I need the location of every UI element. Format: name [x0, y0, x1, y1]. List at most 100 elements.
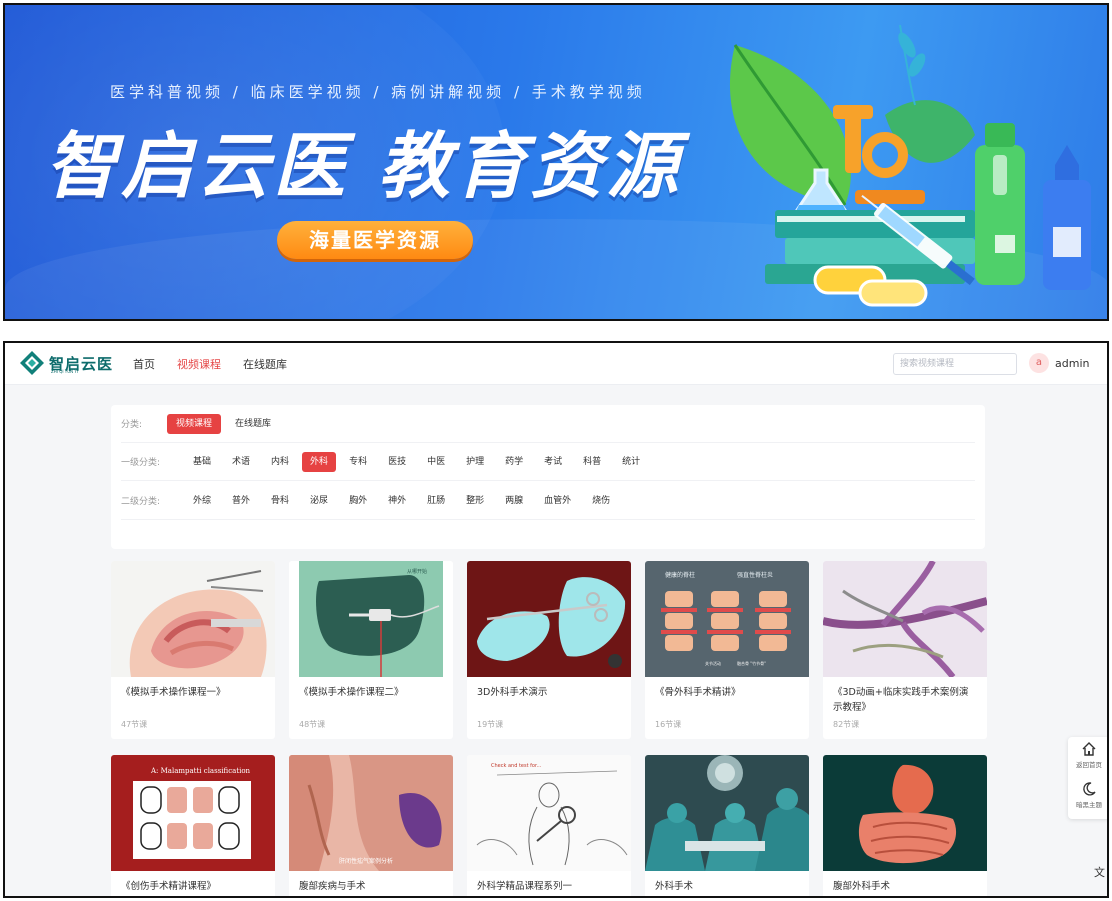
chip-l2-orthopedics[interactable]: 骨科	[263, 491, 297, 511]
lesson-count: 19节课	[477, 720, 504, 729]
site-logo[interactable]: 智启云医 ZHI QI YUN YI	[19, 350, 113, 376]
chip-l1-exam[interactable]: 考试	[536, 452, 570, 472]
chip-l2-glands[interactable]: 两腺	[497, 491, 531, 511]
chip-l2-general-surgery-mixed[interactable]: 外综	[185, 491, 219, 511]
home-icon	[1082, 742, 1096, 756]
course-thumbnail: 肝闭性疝气案例分析	[289, 755, 453, 871]
chip-l2-plastic[interactable]: 整形	[458, 491, 492, 511]
course-card[interactable]: 外科手术	[645, 755, 809, 896]
chip-l1-specialty[interactable]: 专科	[341, 452, 375, 472]
chip-l2-vascular[interactable]: 血管外	[536, 491, 579, 511]
course-thumbnail: Check and test for...	[467, 755, 631, 871]
banner-subtitle: 医学科普视频 / 临床医学视频 / 病例讲解视频 / 手术教学视频	[110, 83, 646, 101]
thumb-heading: A: Malampatti classification	[150, 767, 251, 775]
chip-l1-medtech[interactable]: 医技	[380, 452, 414, 472]
nav-home[interactable]: 首页	[133, 356, 155, 372]
course-title: 《创伤手术精讲课程》	[121, 881, 217, 892]
medical-illustration	[729, 24, 1091, 307]
chip-l1-terms[interactable]: 术语	[224, 452, 258, 472]
main-nav: 首页 视频课程 在线题库	[133, 356, 287, 372]
nav-video-courses[interactable]: 视频课程	[177, 356, 221, 372]
translate-icon[interactable]: 文	[1094, 864, 1105, 880]
course-title: 《3D动画+临床实践手术案例演示教程》	[833, 687, 969, 713]
course-title: 外科手术	[655, 881, 694, 892]
filter-label-level2: 二级分类:	[121, 497, 161, 507]
thumb-heading: Check and test for...	[491, 763, 542, 769]
course-card[interactable]: 3D外科手术演示 19节课	[467, 561, 631, 739]
chip-l2-general-surgery[interactable]: 普外	[224, 491, 258, 511]
course-card[interactable]: 《模拟手术操作课程一》 47节课	[111, 561, 275, 739]
course-title: 《骨外科手术精讲》	[655, 687, 741, 698]
top-navbar: 智启云医 ZHI QI YUN YI 首页 视频课程 在线题库 a admin	[5, 343, 1107, 385]
chip-l2-neurosurgery[interactable]: 神外	[380, 491, 414, 511]
course-card[interactable]: 腹部外科手术	[823, 755, 987, 896]
thumb-left-label: 健康的脊柱	[665, 571, 695, 579]
course-title: 外科学精品课程系列一	[477, 881, 573, 892]
course-card[interactable]: A: Malampatti classification 《创伤手术精讲课程》	[111, 755, 275, 896]
chip-l1-internal[interactable]: 内科	[263, 452, 297, 472]
course-title: 《模拟手术操作课程一》	[121, 687, 226, 698]
filter-label-level1: 一级分类:	[121, 458, 161, 468]
thumb-caption: 肝闭性疝气案例分析	[339, 857, 393, 865]
logo-subtext: ZHI QI YUN YI	[51, 369, 79, 374]
thumb-right-label: 强直性脊柱炎	[737, 571, 773, 579]
chip-l1-basic[interactable]: 基础	[185, 452, 219, 472]
course-thumbnail: 健康的脊柱 强直性脊柱炎 关节活动 融合骨 "竹节骨"	[645, 561, 809, 677]
banner-pill: 海量医学资源	[277, 221, 473, 259]
chip-l1-statistics[interactable]: 统计	[614, 452, 648, 472]
filter-row-category: 分类: 视频课程 在线题库	[121, 405, 975, 443]
nav-question-bank[interactable]: 在线题库	[243, 356, 287, 372]
thumb-tag: 从哪开始	[407, 568, 427, 575]
course-card[interactable]: Check and test for... 外科学精品课程系列一	[467, 755, 631, 896]
course-card[interactable]: 《3D动画+临床实践手术案例演示教程》 82节课	[823, 561, 987, 739]
course-title: 腹部疾病与手术	[299, 881, 366, 892]
course-title: 《模拟手术操作课程二》	[299, 687, 404, 698]
banner-title: 智启云医 教育资源	[45, 124, 683, 208]
course-thumbnail	[645, 755, 809, 871]
course-card[interactable]: 健康的脊柱 强直性脊柱炎 关节活动 融合骨 "竹节骨" 《骨外科手术精讲》 16…	[645, 561, 809, 739]
moon-icon	[1083, 782, 1096, 796]
lesson-count: 48节课	[299, 720, 326, 729]
course-title: 3D外科手术演示	[477, 687, 548, 698]
lesson-count: 82节课	[833, 720, 860, 729]
course-card[interactable]: 从哪开始 《模拟手术操作课程二》 48节课	[289, 561, 453, 739]
back-home-button[interactable]: 返回首页	[1068, 737, 1107, 777]
chip-l2-urology[interactable]: 泌尿	[302, 491, 336, 511]
course-card[interactable]: 肝闭性疝气案例分析 腹部疾病与手术	[289, 755, 453, 896]
back-home-label: 返回首页	[1076, 761, 1102, 769]
chip-l2-burns[interactable]: 烧伤	[584, 491, 618, 511]
course-title: 腹部外科手术	[833, 881, 891, 892]
floating-toolbar: 返回首页 暗黑主题	[1068, 737, 1107, 819]
filter-row-level2: 二级分类: 外综 普外 骨科 泌尿 胸外 神外 肛肠 整形 两腺 血管外 烧伤	[121, 482, 975, 520]
thumb-bottom-label-1: 关节活动	[705, 660, 721, 666]
lesson-count: 16节课	[655, 720, 682, 729]
user-menu[interactable]: a admin	[1029, 353, 1089, 373]
chip-question-bank[interactable]: 在线题库	[226, 414, 280, 434]
lesson-count: 47节课	[121, 720, 148, 729]
course-thumbnail	[823, 755, 987, 871]
filter-row-level1: 一级分类: 基础 术语 内科 外科 专科 医技 中医 护理 药学 考试 科普 统…	[121, 443, 975, 481]
promo-banner[interactable]: 医学科普视频 / 临床医学视频 / 病例讲解视频 / 手术教学视频 智启云医 教…	[3, 3, 1109, 321]
thumb-bottom-label-2: 融合骨 "竹节骨"	[737, 660, 766, 666]
dark-theme-label: 暗黑主题	[1076, 801, 1102, 809]
app-window: 智启云医 ZHI QI YUN YI 首页 视频课程 在线题库 a admin …	[3, 341, 1109, 898]
chip-l2-thoracic[interactable]: 胸外	[341, 491, 375, 511]
course-thumbnail	[111, 561, 275, 677]
chip-l2-anorectal[interactable]: 肛肠	[419, 491, 453, 511]
chip-l1-tcm[interactable]: 中医	[419, 452, 453, 472]
chip-l1-popular-science[interactable]: 科普	[575, 452, 609, 472]
chip-video-courses[interactable]: 视频课程	[167, 413, 222, 434]
chip-l1-pharmacy[interactable]: 药学	[497, 452, 531, 472]
dark-theme-button[interactable]: 暗黑主题	[1068, 777, 1107, 817]
filter-label-category: 分类:	[121, 420, 143, 430]
chip-l1-surgery[interactable]: 外科	[302, 451, 337, 472]
course-thumbnail: 从哪开始	[289, 561, 453, 677]
course-thumbnail	[467, 561, 631, 677]
avatar[interactable]: a	[1029, 353, 1049, 373]
course-thumbnail: A: Malampatti classification	[111, 755, 275, 871]
logo-icon	[20, 351, 44, 375]
search-input[interactable]	[893, 353, 1017, 375]
chip-l1-nursing[interactable]: 护理	[458, 452, 492, 472]
course-thumbnail	[823, 561, 987, 677]
username[interactable]: admin	[1055, 357, 1089, 370]
